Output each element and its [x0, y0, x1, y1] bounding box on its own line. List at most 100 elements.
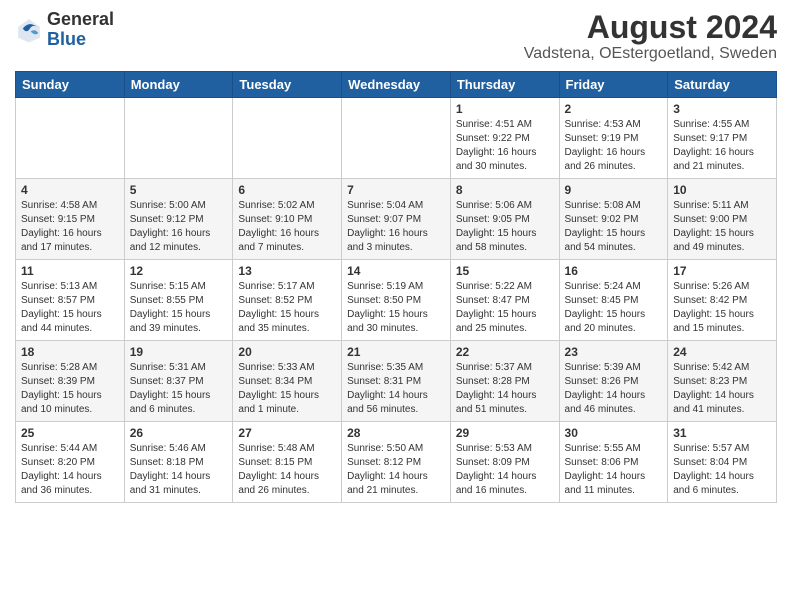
cell-info: Sunrise: 5:26 AM Sunset: 8:42 PM Dayligh…: [673, 280, 771, 336]
calendar-cell: 7Sunrise: 5:04 AM Sunset: 9:07 PM Daylig…: [342, 179, 451, 260]
cell-info: Sunrise: 5:17 AM Sunset: 8:52 PM Dayligh…: [238, 280, 336, 336]
weekday-header-row: SundayMondayTuesdayWednesdayThursdayFrid…: [16, 72, 777, 98]
cell-day-number: 28: [347, 426, 445, 440]
weekday-header-tuesday: Tuesday: [233, 72, 342, 98]
logo-icon: [15, 16, 43, 44]
cell-info: Sunrise: 5:02 AM Sunset: 9:10 PM Dayligh…: [238, 199, 336, 255]
calendar-cell: 14 Sunrise: 5:19 AM Sunset: 8:50 PM Dayli…: [342, 260, 451, 341]
calendar-cell: [342, 98, 451, 179]
calendar-cell: 27 Sunrise: 5:48 AM Sunset: 8:15 PM Dayli…: [233, 422, 342, 503]
logo-general-text: General: [47, 9, 114, 29]
calendar-cell: 21Sunrise: 5:35 AM Sunset: 8:31 PM Dayli…: [342, 341, 451, 422]
cell-info: Sunrise: 5:42 AM Sunset: 8:23 PM Dayligh…: [673, 361, 771, 417]
cell-day-number: 19: [130, 345, 228, 359]
cell-day-number: 2: [565, 102, 663, 116]
calendar-cell: 16Sunrise: 5:24 AM Sunset: 8:45 PM Dayli…: [559, 260, 668, 341]
cell-day-number: 13: [238, 264, 336, 278]
title-block: August 2024 Vadstena, OEstergoetland, Sw…: [524, 10, 777, 63]
calendar-cell: 28 Sunrise: 5:50 AM Sunset: 8:12 PM Dayli…: [342, 422, 451, 503]
calendar-cell: 6Sunrise: 5:02 AM Sunset: 9:10 PM Daylig…: [233, 179, 342, 260]
calendar-row-4: 25Sunrise: 5:44 AM Sunset: 8:20 PM Dayli…: [16, 422, 777, 503]
cell-day-number: 5: [130, 183, 228, 197]
calendar-cell: 12 Sunrise: 5:15 AM Sunset: 8:55 PM Dayli…: [124, 260, 233, 341]
calendar-cell: 11 Sunrise: 5:13 AM Sunset: 8:57 PM Dayli…: [16, 260, 125, 341]
cell-day-number: 9: [565, 183, 663, 197]
cell-info: Sunrise: 4:58 AM Sunset: 9:15 PM Dayligh…: [21, 199, 119, 255]
cell-info: Sunrise: 5:48 AM Sunset: 8:15 PM Dayligh…: [238, 442, 336, 498]
calendar-cell: 24 Sunrise: 5:42 AM Sunset: 8:23 PM Dayli…: [668, 341, 777, 422]
cell-day-number: 10: [673, 183, 771, 197]
calendar-cell: 30Sunrise: 5:55 AM Sunset: 8:06 PM Dayli…: [559, 422, 668, 503]
weekday-header-wednesday: Wednesday: [342, 72, 451, 98]
cell-day-number: 29: [456, 426, 554, 440]
calendar-cell: 10 Sunrise: 5:11 AM Sunset: 9:00 PM Dayli…: [668, 179, 777, 260]
cell-day-number: 31: [673, 426, 771, 440]
cell-info: Sunrise: 5:53 AM Sunset: 8:09 PM Dayligh…: [456, 442, 554, 498]
cell-info: Sunrise: 5:11 AM Sunset: 9:00 PM Dayligh…: [673, 199, 771, 255]
cell-info: Sunrise: 5:57 AM Sunset: 8:04 PM Dayligh…: [673, 442, 771, 498]
cell-day-number: 27: [238, 426, 336, 440]
cell-info: Sunrise: 5:00 AM Sunset: 9:12 PM Dayligh…: [130, 199, 228, 255]
cell-day-number: 8: [456, 183, 554, 197]
logo-text: General Blue: [47, 10, 114, 50]
calendar-title: August 2024: [524, 10, 777, 45]
calendar-cell: [16, 98, 125, 179]
cell-info: Sunrise: 5:06 AM Sunset: 9:05 PM Dayligh…: [456, 199, 554, 255]
cell-info: Sunrise: 5:22 AM Sunset: 8:47 PM Dayligh…: [456, 280, 554, 336]
cell-day-number: 15: [456, 264, 554, 278]
weekday-header-friday: Friday: [559, 72, 668, 98]
cell-info: Sunrise: 5:24 AM Sunset: 8:45 PM Dayligh…: [565, 280, 663, 336]
cell-day-number: 30: [565, 426, 663, 440]
cell-info: Sunrise: 5:39 AM Sunset: 8:26 PM Dayligh…: [565, 361, 663, 417]
cell-info: Sunrise: 5:13 AM Sunset: 8:57 PM Dayligh…: [21, 280, 119, 336]
calendar-cell: [233, 98, 342, 179]
cell-day-number: 12: [130, 264, 228, 278]
cell-info: Sunrise: 5:46 AM Sunset: 8:18 PM Dayligh…: [130, 442, 228, 498]
calendar-cell: 13 Sunrise: 5:17 AM Sunset: 8:52 PM Dayli…: [233, 260, 342, 341]
calendar-cell: 1 Sunrise: 4:51 AM Sunset: 9:22 PM Daylig…: [450, 98, 559, 179]
logo: General Blue: [15, 10, 114, 50]
calendar-cell: [124, 98, 233, 179]
cell-info: Sunrise: 5:19 AM Sunset: 8:50 PM Dayligh…: [347, 280, 445, 336]
cell-day-number: 4: [21, 183, 119, 197]
calendar-row-3: 18Sunrise: 5:28 AM Sunset: 8:39 PM Dayli…: [16, 341, 777, 422]
calendar-cell: 22Sunrise: 5:37 AM Sunset: 8:28 PM Dayli…: [450, 341, 559, 422]
calendar-cell: 20Sunrise: 5:33 AM Sunset: 8:34 PM Dayli…: [233, 341, 342, 422]
calendar-row-2: 11 Sunrise: 5:13 AM Sunset: 8:57 PM Dayli…: [16, 260, 777, 341]
calendar-cell: 4 Sunrise: 4:58 AM Sunset: 9:15 PM Daylig…: [16, 179, 125, 260]
calendar-cell: 19Sunrise: 5:31 AM Sunset: 8:37 PM Dayli…: [124, 341, 233, 422]
cell-info: Sunrise: 4:53 AM Sunset: 9:19 PM Dayligh…: [565, 118, 663, 174]
cell-day-number: 21: [347, 345, 445, 359]
cell-info: Sunrise: 5:50 AM Sunset: 8:12 PM Dayligh…: [347, 442, 445, 498]
cell-day-number: 23: [565, 345, 663, 359]
calendar-cell: 26 Sunrise: 5:46 AM Sunset: 8:18 PM Dayli…: [124, 422, 233, 503]
cell-info: Sunrise: 5:04 AM Sunset: 9:07 PM Dayligh…: [347, 199, 445, 255]
weekday-header-monday: Monday: [124, 72, 233, 98]
cell-day-number: 14: [347, 264, 445, 278]
cell-info: Sunrise: 5:28 AM Sunset: 8:39 PM Dayligh…: [21, 361, 119, 417]
calendar-cell: 23 Sunrise: 5:39 AM Sunset: 8:26 PM Dayli…: [559, 341, 668, 422]
cell-info: Sunrise: 4:55 AM Sunset: 9:17 PM Dayligh…: [673, 118, 771, 174]
weekday-header-sunday: Sunday: [16, 72, 125, 98]
calendar-cell: 8 Sunrise: 5:06 AM Sunset: 9:05 PM Daylig…: [450, 179, 559, 260]
calendar-cell: 3Sunrise: 4:55 AM Sunset: 9:17 PM Daylig…: [668, 98, 777, 179]
cell-day-number: 26: [130, 426, 228, 440]
cell-day-number: 11: [21, 264, 119, 278]
calendar-cell: 9 Sunrise: 5:08 AM Sunset: 9:02 PM Daylig…: [559, 179, 668, 260]
calendar-cell: 25Sunrise: 5:44 AM Sunset: 8:20 PM Dayli…: [16, 422, 125, 503]
cell-info: Sunrise: 5:33 AM Sunset: 8:34 PM Dayligh…: [238, 361, 336, 417]
cell-day-number: 24: [673, 345, 771, 359]
cell-day-number: 25: [21, 426, 119, 440]
weekday-header-thursday: Thursday: [450, 72, 559, 98]
cell-info: Sunrise: 5:15 AM Sunset: 8:55 PM Dayligh…: [130, 280, 228, 336]
cell-info: Sunrise: 4:51 AM Sunset: 9:22 PM Dayligh…: [456, 118, 554, 174]
calendar-cell: 31 Sunrise: 5:57 AM Sunset: 8:04 PM Dayli…: [668, 422, 777, 503]
cell-day-number: 1: [456, 102, 554, 116]
cell-info: Sunrise: 5:08 AM Sunset: 9:02 PM Dayligh…: [565, 199, 663, 255]
header: General Blue August 2024 Vadstena, OEste…: [15, 10, 777, 63]
calendar-cell: 5 Sunrise: 5:00 AM Sunset: 9:12 PM Daylig…: [124, 179, 233, 260]
cell-day-number: 22: [456, 345, 554, 359]
calendar-cell: 2 Sunrise: 4:53 AM Sunset: 9:19 PM Daylig…: [559, 98, 668, 179]
cell-day-number: 17: [673, 264, 771, 278]
calendar-row-1: 4 Sunrise: 4:58 AM Sunset: 9:15 PM Daylig…: [16, 179, 777, 260]
